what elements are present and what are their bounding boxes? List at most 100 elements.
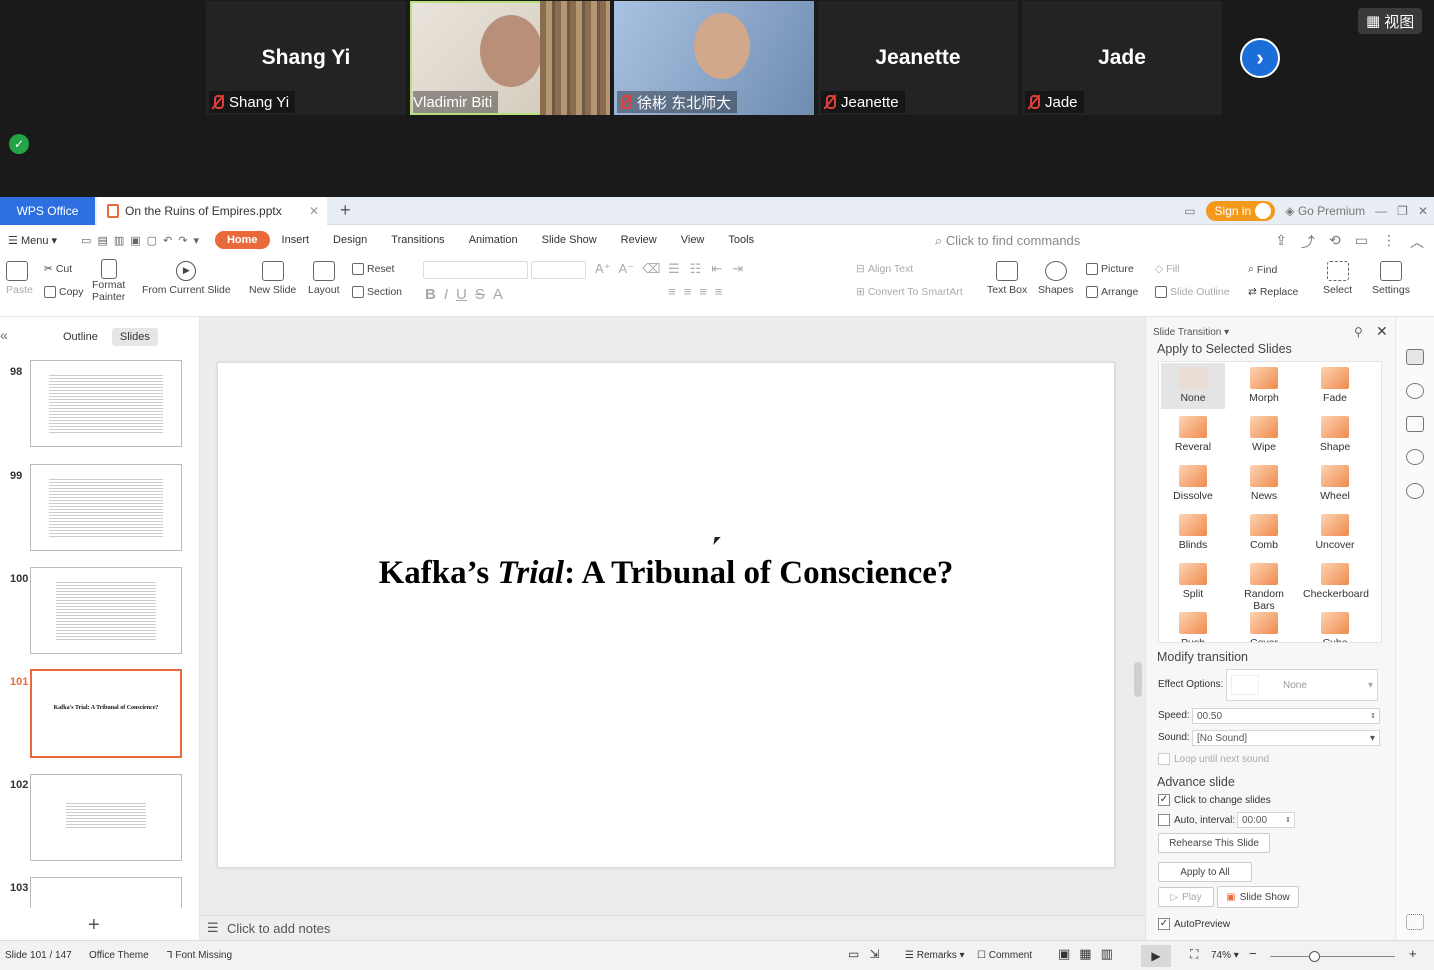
stepper-icon[interactable]: ⇕ — [1370, 712, 1376, 720]
section-button[interactable]: Section — [352, 286, 402, 298]
slide-thumbnail[interactable] — [30, 877, 182, 908]
tab-review[interactable]: Review — [609, 234, 669, 246]
transition-morph[interactable]: Morph — [1232, 363, 1296, 409]
bullets-icon[interactable]: ☰ — [668, 261, 680, 277]
tab-design[interactable]: Design — [321, 234, 379, 246]
select-button[interactable]: Select — [1323, 261, 1352, 296]
comment-button[interactable]: ☐ Comment — [977, 950, 1032, 961]
view-mode-buttons[interactable]: ▣▦▥ — [1058, 946, 1122, 962]
cut-button[interactable]: ✂ Cut — [44, 263, 72, 275]
font-color-icon[interactable]: A — [493, 286, 503, 303]
layout-icon[interactable]: ▭ — [1184, 204, 1195, 218]
clear-format-icon[interactable]: ⌫ — [642, 261, 660, 277]
stepper-icon[interactable]: ⇕ — [1285, 816, 1291, 824]
tab-insert[interactable]: Insert — [270, 234, 322, 246]
history-icon[interactable]: ⟲ — [1329, 232, 1341, 252]
rehearse-slide-button[interactable]: Rehearse This Slide — [1158, 833, 1270, 853]
collapse-ribbon-icon[interactable]: ︿ — [1410, 232, 1424, 252]
font-missing-button[interactable]: Ꞁ Font Missing — [167, 950, 232, 961]
tab-slide-show[interactable]: Slide Show — [530, 234, 609, 246]
export-icon[interactable]: ⤴ — [1301, 232, 1315, 252]
participant-tile-3[interactable]: 徐彬 东北师大 — [614, 1, 814, 115]
find-button[interactable]: ⌕ Find — [1248, 263, 1277, 276]
underline-icon[interactable]: U — [456, 286, 467, 303]
copy-button[interactable]: Copy — [44, 286, 84, 298]
indent-icon[interactable]: ⇤ — [711, 261, 722, 277]
minimize-icon[interactable]: — — [1375, 204, 1387, 218]
transition-uncover[interactable]: Uncover — [1303, 510, 1367, 556]
zoom-in-icon[interactable]: + — [1409, 946, 1417, 961]
go-premium-button[interactable]: ◈ Go Premium — [1285, 204, 1365, 218]
alignment-buttons[interactable]: ≡ ≡ ≡ ≡ — [668, 284, 722, 299]
fill-button[interactable]: ◇ Fill — [1155, 263, 1180, 275]
document-tab[interactable]: On the Ruins of Empires.pptx ✕ — [97, 197, 327, 225]
transition-shape[interactable]: Shape — [1303, 412, 1367, 458]
next-page-button[interactable]: › — [1240, 38, 1280, 78]
fit-icon[interactable]: ⛶ — [1190, 947, 1198, 962]
help-icon[interactable] — [1406, 483, 1424, 499]
security-shield-icon[interactable]: ✓ — [9, 134, 29, 154]
zoom-out-icon[interactable]: − — [1249, 946, 1257, 961]
pin-icon[interactable]: ⚲ — [1354, 325, 1363, 339]
grid-icon[interactable] — [1406, 914, 1424, 930]
more-icon[interactable]: ⋮ — [1382, 232, 1396, 252]
canvas-scrollbar[interactable] — [1134, 662, 1142, 697]
slideshow-play-button[interactable]: ▶ — [1141, 945, 1171, 967]
slide-thumbnail[interactable] — [30, 360, 182, 447]
slide-thumbnail[interactable] — [30, 464, 182, 551]
transition-cube[interactable]: Cube — [1303, 608, 1367, 642]
restore-icon[interactable]: ❐ — [1397, 204, 1408, 218]
align-left-icon[interactable]: ≡ — [668, 284, 676, 299]
apply-to-all-button[interactable]: Apply to All — [1158, 862, 1252, 882]
font-size-select[interactable] — [531, 261, 586, 279]
transition-reveral[interactable]: Reveral — [1161, 412, 1225, 458]
shrink-font-icon[interactable]: A⁻ — [619, 261, 635, 277]
command-search[interactable]: ⌕ Click to find commands — [935, 233, 1080, 249]
speed-input[interactable]: 00.50 ⇕ — [1192, 708, 1380, 724]
layout-button[interactable]: Layout — [308, 261, 340, 296]
reset-button[interactable]: Reset — [352, 263, 394, 275]
new-tab-icon[interactable]: + — [340, 200, 351, 221]
slide-outline-button[interactable]: Slide Outline — [1155, 286, 1230, 298]
close-pane-icon[interactable]: ✕ — [1376, 323, 1388, 340]
strikethrough-icon[interactable]: S — [475, 286, 485, 303]
format-painter-button[interactable]: Format Painter — [92, 259, 125, 303]
close-tab-icon[interactable]: ✕ — [309, 204, 319, 218]
zoom-slider-track[interactable] — [1270, 956, 1395, 957]
outdent-icon[interactable]: ⇥ — [732, 261, 743, 277]
participant-tile-2[interactable]: Vladimir Biti — [410, 1, 610, 115]
grow-font-icon[interactable]: A⁺ — [595, 261, 611, 277]
transition-wipe[interactable]: Wipe — [1232, 412, 1296, 458]
zoom-level[interactable]: 74% ▾ — [1211, 950, 1239, 961]
replace-button[interactable]: ⇄ Replace — [1248, 286, 1298, 298]
loop-checkbox[interactable] — [1158, 753, 1170, 765]
tab-transitions[interactable]: Transitions — [379, 234, 456, 246]
comment-icon[interactable]: ▭ — [1355, 232, 1368, 252]
font-name-select[interactable] — [423, 261, 528, 279]
transition-blinds[interactable]: Blinds — [1161, 510, 1225, 556]
collapse-panel-icon[interactable]: « — [0, 327, 8, 343]
view-tools[interactable]: ▭⇲ — [848, 947, 889, 961]
transition-checkerboard[interactable]: Checkerboard — [1303, 559, 1369, 605]
pane-title[interactable]: Slide Transition ▾ — [1153, 327, 1229, 338]
close-window-icon[interactable]: ✕ — [1418, 204, 1428, 218]
arrange-button[interactable]: Arrange — [1086, 286, 1138, 298]
transition-fade[interactable]: Fade — [1303, 363, 1367, 409]
wps-home-tab[interactable]: WPS Office — [0, 197, 95, 225]
picture-button[interactable]: Picture — [1086, 263, 1134, 275]
tab-outline[interactable]: Outline — [55, 328, 106, 346]
sign-in-button[interactable]: Sign in — [1205, 201, 1276, 221]
share-icon[interactable]: ⇪ — [1275, 232, 1287, 252]
play-button[interactable]: ▷ Play — [1158, 887, 1214, 907]
settings-button[interactable]: Settings — [1372, 261, 1410, 296]
autopreview-checkbox[interactable]: ✓ — [1158, 918, 1170, 930]
slide-title[interactable]: Kafka’s Trial: A Tribunal of Conscience? — [218, 555, 1114, 592]
remarks-button[interactable]: ☰ Remarks ▾ — [905, 950, 965, 961]
transition-wheel[interactable]: Wheel — [1303, 461, 1367, 507]
align-text-button[interactable]: ⊟ Align Text — [856, 263, 913, 275]
slide-thumbnail-selected[interactable]: Kafka's Trial: A Tribunal of Conscience? — [30, 669, 182, 758]
auto-interval-checkbox[interactable] — [1158, 814, 1170, 826]
animation-star-icon[interactable] — [1406, 383, 1424, 399]
convert-smartart-button[interactable]: ⊞ Convert To SmartArt — [856, 286, 963, 298]
transition-none[interactable]: None — [1161, 363, 1225, 409]
